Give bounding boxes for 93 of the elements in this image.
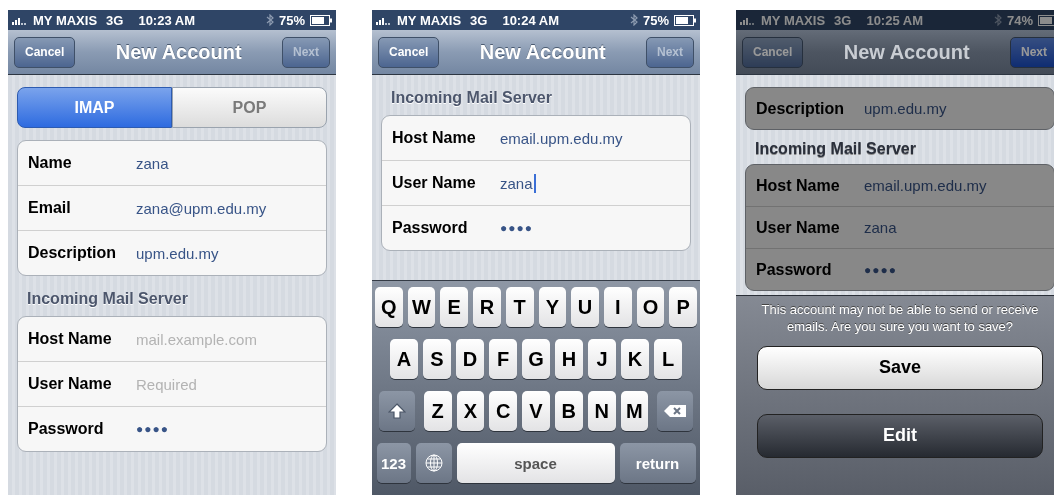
letter-key[interactable]: S [423,339,451,379]
letter-key[interactable]: M [620,391,649,431]
field-label: Password [756,260,833,279]
return-key[interactable]: return [619,443,696,483]
alert-message: This account may not be able to send or receive emails. Are you sure you want to save? [760,302,1040,336]
battery-icon [1038,14,1054,26]
space-key[interactable]: space [456,443,615,483]
network-type: 3G [106,12,124,28]
input-field[interactable]: ●●●● [864,262,897,277]
cancel-button[interactable]: Cancel [378,36,440,68]
letter-key[interactable]: W [407,287,436,327]
battery-icon [674,14,696,26]
field-label: Host Name [392,129,477,147]
field-label: Host Name [28,330,113,348]
network-type: 3G [470,12,488,28]
letter-key[interactable]: Y [538,287,567,327]
next-button[interactable]: Next [1010,36,1054,68]
screen-title: New Account [115,40,242,64]
battery-percent: 74% [1006,12,1033,28]
delete-key[interactable] [657,391,694,431]
screen-title: New Account [843,40,970,64]
letter-key[interactable]: B [554,391,583,431]
letter-key[interactable]: D [456,339,484,379]
field-label: Password [392,219,469,237]
letter-key[interactable]: K [621,339,649,379]
carrier-name: MY MAXIS [397,12,462,28]
battery-percent: 75% [278,12,305,28]
status-time: 10:25 AM [866,12,923,28]
carrier-name: MY MAXIS [761,12,826,28]
input-field[interactable]: zana [500,173,536,193]
signal-icon [376,15,392,25]
input-field[interactable]: zana [136,154,169,172]
letter-key[interactable]: O [636,287,665,327]
input-field[interactable]: upm.edu.my [136,244,219,262]
letter-key[interactable]: C [489,391,518,431]
edit-button[interactable]: Edit [757,413,1043,458]
letter-key[interactable]: F [489,339,517,379]
battery-icon [310,14,332,26]
bluetooth-icon [993,14,1002,26]
backspace-icon [663,404,688,418]
field-label: User Name [28,375,113,393]
section-heading: Incoming Mail Server [754,139,917,159]
status-time: 10:23 AM [138,12,195,28]
letter-key[interactable]: E [440,287,469,327]
letter-key[interactable]: Z [423,391,452,431]
protocol-segment[interactable]: POP [172,87,327,128]
input-field[interactable]: zana@upm.edu.my [136,199,267,217]
carrier-name: MY MAXIS [33,12,98,28]
letter-key[interactable]: G [522,339,550,379]
letter-key[interactable]: P [669,287,697,327]
letter-key[interactable]: T [505,287,534,327]
section-heading: Incoming Mail Server [390,88,553,108]
network-type: 3G [834,12,852,28]
field-label: Email [28,199,72,217]
field-label: User Name [392,174,477,192]
shift-arrow-icon [387,403,406,419]
field-label: Password [28,420,105,438]
screen-title: New Account [479,40,606,64]
status-time: 10:24 AM [502,12,559,28]
numbers-key[interactable]: 123 [376,443,411,483]
letter-key[interactable]: V [522,391,550,431]
battery-percent: 75% [642,12,669,28]
signal-icon [740,15,756,25]
save-button[interactable]: Save [757,345,1043,390]
letter-key[interactable]: A [390,339,418,379]
letter-key[interactable]: L [654,339,682,379]
letter-key[interactable]: Q [375,287,403,327]
bluetooth-icon [265,14,274,26]
input-field[interactable]: email.upm.edu.my [864,177,987,194]
letter-key[interactable]: U [571,287,599,327]
field-label: Description [756,99,845,118]
globe-key[interactable] [415,443,452,483]
letter-key[interactable]: R [473,287,501,327]
section-heading: Incoming Mail Server [26,289,189,309]
input-field[interactable]: ●●●● [136,422,169,436]
letter-key[interactable]: X [456,391,485,431]
field-label: Host Name [756,176,841,195]
letter-key[interactable]: I [603,287,632,327]
field-label: Description [28,244,117,262]
letter-key[interactable]: N [587,391,616,431]
globe-icon [424,454,443,472]
input-field[interactable]: ●●●● [500,221,533,235]
input-field[interactable]: upm.edu.my [864,100,947,117]
field-label: Name [28,154,73,172]
letter-key[interactable]: H [555,339,583,379]
shift-key[interactable] [379,391,415,431]
signal-icon [12,15,28,25]
cancel-button[interactable]: Cancel [14,36,76,68]
input-field[interactable]: email.upm.edu.my [500,129,623,147]
letter-key[interactable]: J [588,339,616,379]
bluetooth-icon [629,14,638,26]
input-field[interactable]: zana [864,219,897,236]
field-label: User Name [756,218,841,237]
